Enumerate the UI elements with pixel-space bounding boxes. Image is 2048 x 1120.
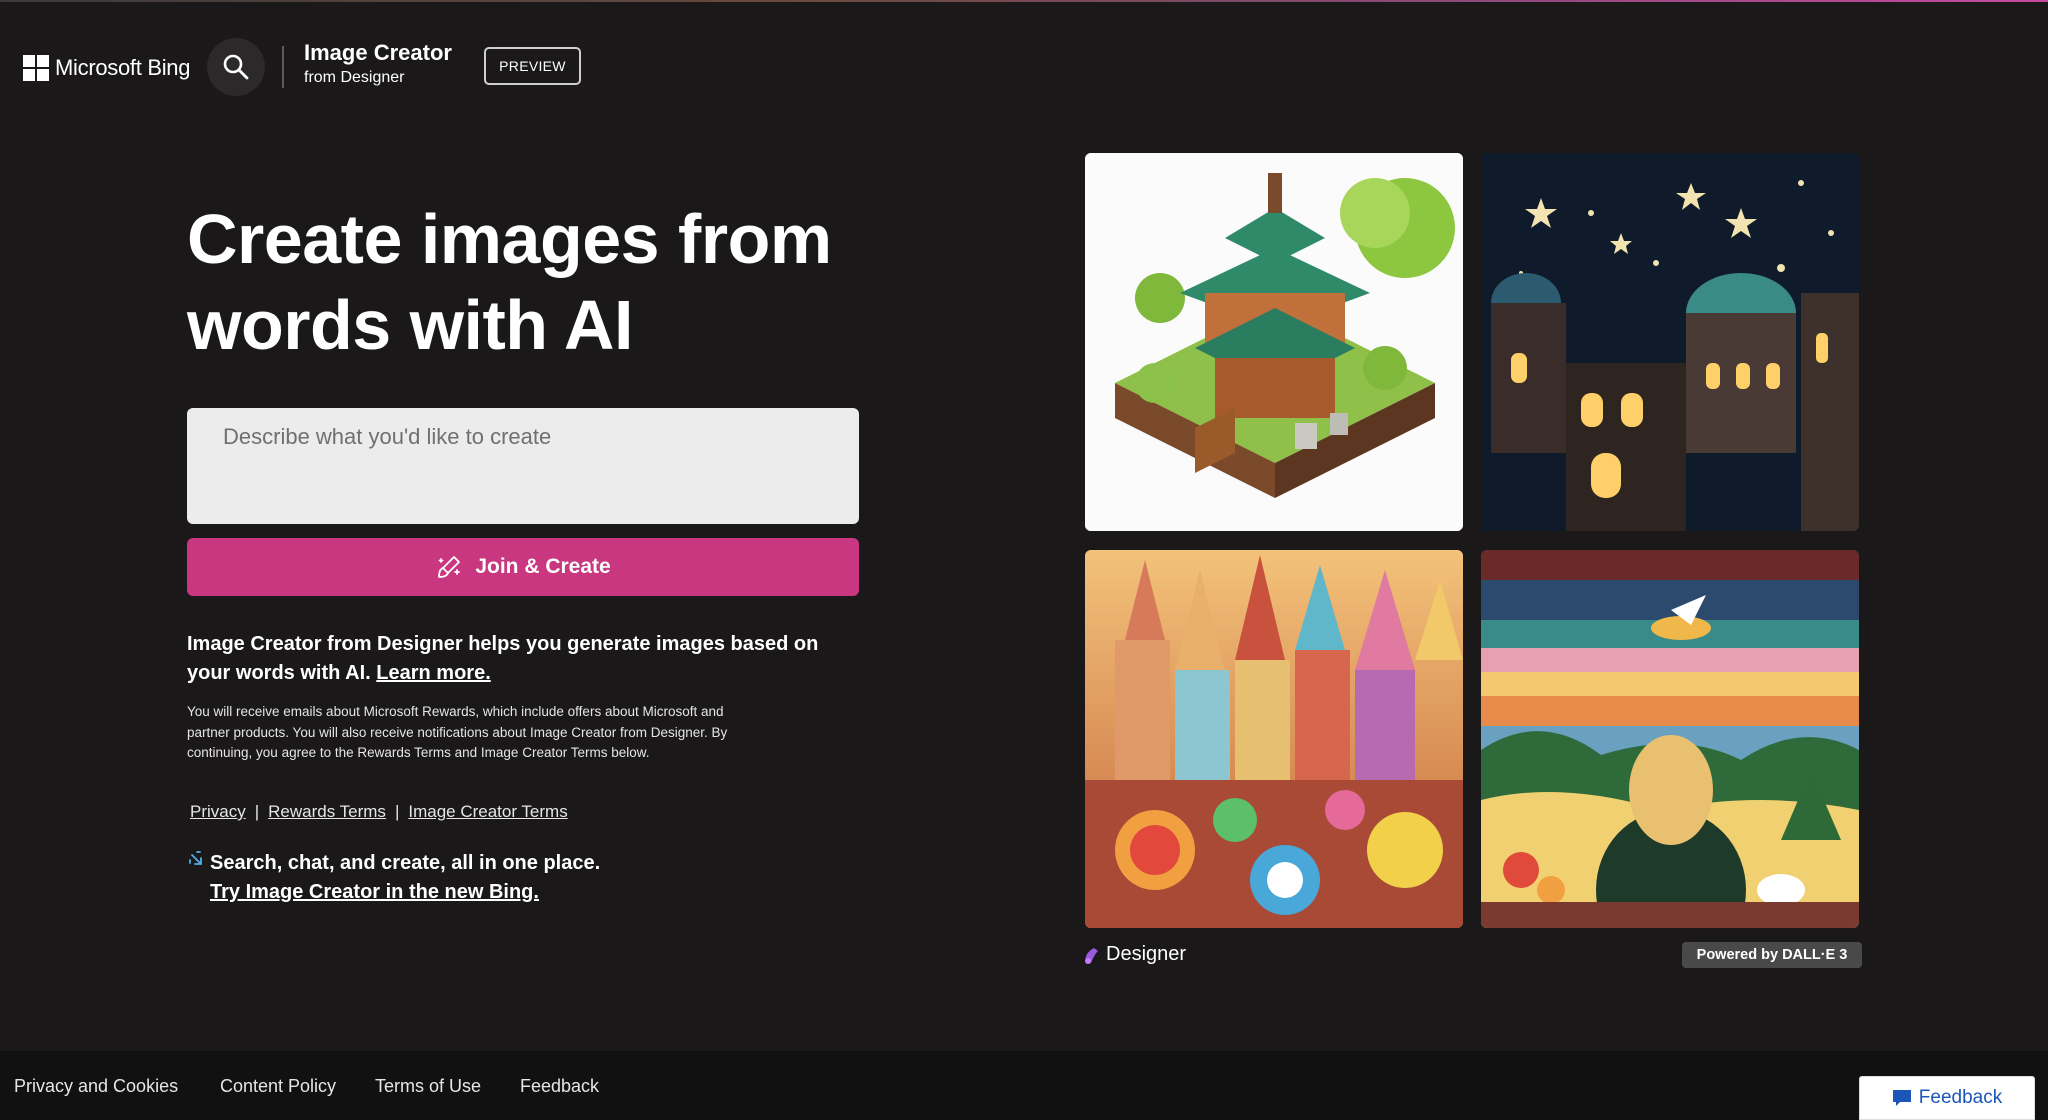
privacy-link[interactable]: Privacy: [190, 802, 246, 822]
link-separator: |: [394, 802, 400, 821]
product-subtitle: from Designer: [304, 69, 405, 86]
fine-print: You will receive emails about Microsoft …: [187, 704, 728, 760]
sample-image-night-city[interactable]: [1481, 153, 1859, 531]
designer-logo-icon: [1083, 945, 1101, 965]
sparkle-arrow-icon: [189, 851, 202, 865]
designer-label: Designer: [1106, 943, 1187, 965]
feedback-button-label: Feedback: [1918, 1087, 2003, 1108]
hero-title: Create images from words with AI: [187, 200, 832, 364]
header-divider: [282, 46, 284, 88]
footer-link-terms-of-use[interactable]: Terms of Use: [375, 1076, 481, 1097]
sample-image-pagoda[interactable]: [1085, 153, 1463, 531]
join-and-create-button[interactable]: Join & Create: [187, 538, 859, 596]
microsoft-bing-logo[interactable]: Microsoft Bing: [23, 55, 190, 81]
preview-badge: PREVIEW: [484, 47, 581, 85]
promo-text: Search, chat, and create, all in one pla…: [210, 852, 601, 874]
brush-sparkle-icon: [435, 553, 463, 581]
learn-more-link[interactable]: Learn more.: [376, 662, 490, 684]
promo-link-row: Try Image Creator in the new Bing.: [210, 881, 539, 904]
try-new-bing-link[interactable]: Try Image Creator in the new Bing.: [210, 881, 539, 903]
description-text: Image Creator from Designer helps you ge…: [187, 633, 819, 684]
sample-image-candy-city[interactable]: [1085, 550, 1463, 928]
footer-link-feedback[interactable]: Feedback: [520, 1076, 599, 1097]
header: Microsoft Bing Image Creator from Design…: [0, 0, 2048, 130]
footer-link-content-policy[interactable]: Content Policy: [220, 1076, 336, 1097]
feedback-chat-icon: [1892, 1089, 1912, 1107]
product-title[interactable]: Image Creator: [304, 40, 452, 66]
description: Image Creator from Designer helps you ge…: [187, 630, 867, 688]
prompt-input[interactable]: [187, 408, 859, 524]
search-button[interactable]: [207, 38, 265, 96]
brand-name: Microsoft Bing: [55, 55, 191, 80]
sample-image-felt-landscape[interactable]: [1481, 550, 1859, 928]
legal-links: Privacy | Rewards Terms | Image Creator …: [190, 802, 568, 822]
microsoft-logo-icon: [23, 55, 49, 81]
footer-link-privacy-cookies[interactable]: Privacy and Cookies: [14, 1076, 178, 1097]
rewards-terms-link[interactable]: Rewards Terms: [268, 802, 386, 822]
join-and-create-label: Join & Create: [475, 555, 611, 578]
link-separator: |: [254, 802, 260, 821]
powered-by-badge: Powered by DALL·E 3: [1682, 942, 1862, 968]
search-icon: [223, 54, 249, 80]
image-creator-terms-link[interactable]: Image Creator Terms: [408, 802, 567, 822]
feedback-button[interactable]: Feedback: [1859, 1076, 2035, 1120]
designer-brand[interactable]: Designer: [1083, 943, 1186, 966]
footer: Privacy and Cookies Content Policy Terms…: [0, 1051, 2048, 1120]
